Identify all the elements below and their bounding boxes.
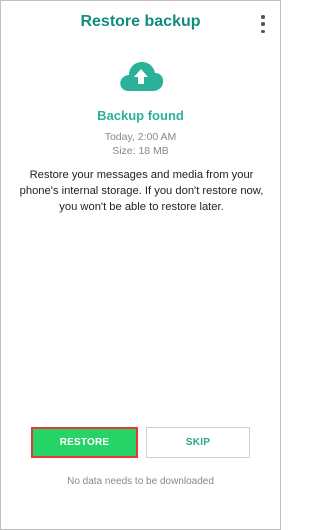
page-title: Restore backup [80,13,201,30]
menu-dot [261,22,265,26]
restore-backup-screen: Restore backup Backup found Today, 2:00 … [0,0,281,530]
restore-description: Restore your messages and media from you… [19,169,264,213]
backup-size: Size: 18 MB [112,145,169,157]
restore-button[interactable]: RESTORE [31,427,138,458]
cloud-upload-icon [118,59,164,93]
backup-meta: Today, 2:00 AM Size: 18 MB [1,130,280,158]
menu-dot [261,15,265,19]
download-note: No data needs to be downloaded [67,476,214,487]
skip-button[interactable]: SKIP [146,427,250,458]
backup-found-heading: Backup found [97,108,184,123]
backup-time: Today, 2:00 AM [104,131,177,143]
menu-dot [261,29,265,33]
more-vert-icon[interactable] [260,15,266,33]
